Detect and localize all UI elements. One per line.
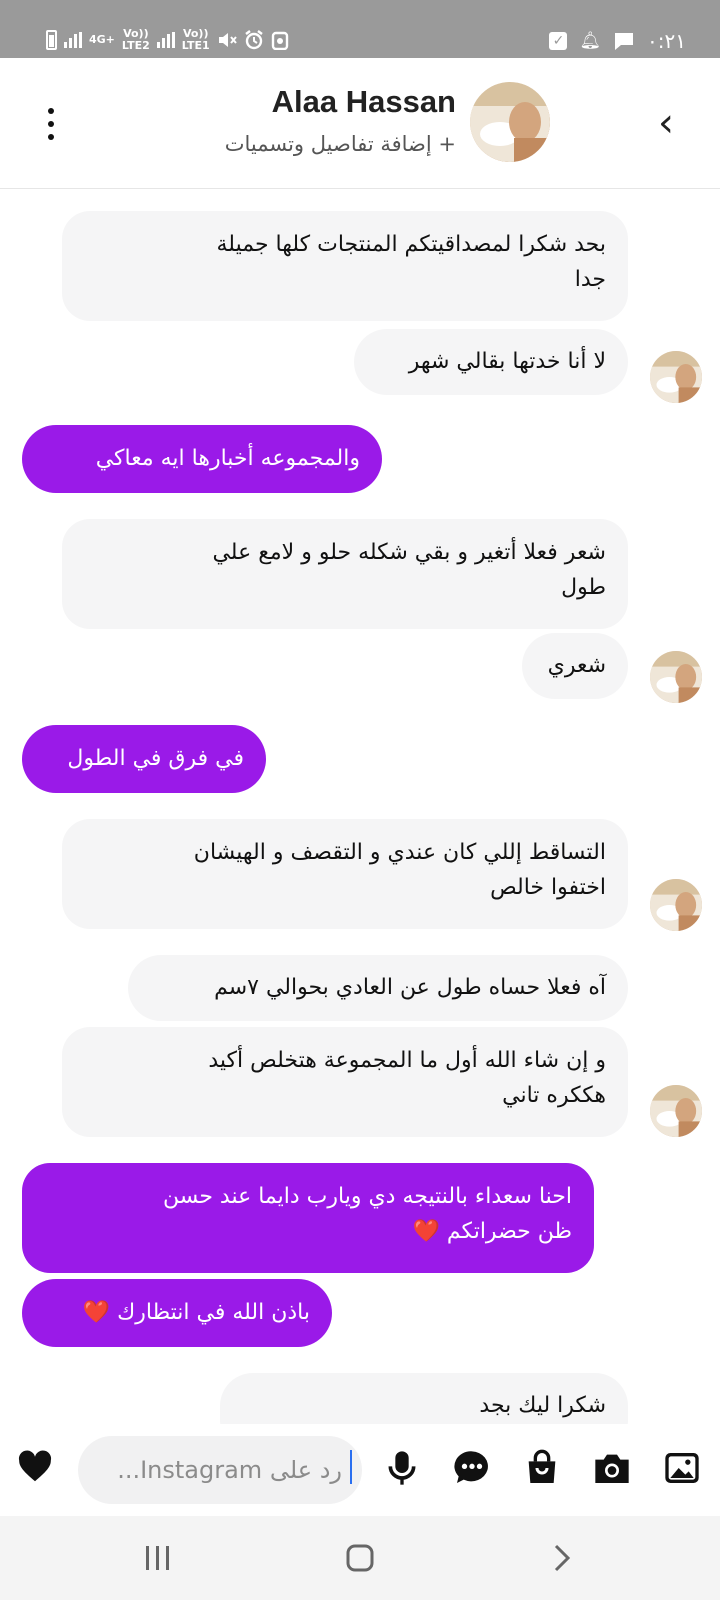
contact-name[interactable]: Alaa Hassan (272, 84, 456, 120)
message-bubble-incoming[interactable]: بحد شكرا لمصداقيتكم المنتجات كلها جميلة … (62, 211, 628, 321)
message-input-placeholder: رد على Instagram... (117, 1456, 342, 1484)
sender-avatar[interactable] (650, 879, 702, 931)
network-label-4g: 4G+ (89, 32, 115, 46)
recent-apps-icon[interactable] (136, 1536, 180, 1580)
avatar-photo (650, 879, 702, 931)
signal-icon (64, 31, 82, 48)
message-input[interactable]: رد على Instagram... (78, 1436, 362, 1504)
message-bubble-outgoing[interactable]: باذن الله في انتظارك ❤️ (22, 1279, 332, 1347)
bell-icon: 🔔︎ (579, 31, 602, 51)
network-label-lte1: Vo)) LTE1 (182, 28, 210, 51)
avatar-photo (650, 1085, 702, 1137)
message-bubble-incoming[interactable]: شعري (522, 633, 628, 699)
sticker-icon[interactable] (452, 1448, 492, 1488)
shopping-bag-icon[interactable] (522, 1448, 562, 1488)
microphone-icon[interactable] (382, 1448, 422, 1488)
back-icon[interactable]: ‹ (648, 100, 684, 146)
message-bubble-incoming[interactable]: التساقط إللي كان عندي و التقصف و الهيشان… (62, 819, 628, 929)
message-thread[interactable]: بحد شكرا لمصداقيتكم المنتجات كلها جميلة … (0, 189, 720, 1424)
message-bubble-incoming[interactable]: شكرا ليك بجد (220, 1373, 628, 1424)
chat-icon (615, 33, 634, 50)
mute-icon (218, 32, 237, 47)
message-bubble-outgoing[interactable]: احنا سعداء بالنتيجه دي ويارب دايما عند ح… (22, 1163, 594, 1273)
sender-avatar[interactable] (650, 351, 702, 403)
kebab-menu-icon[interactable] (44, 108, 58, 140)
message-bubble-incoming[interactable]: شعر فعلا أتغير و بقي شكله حلو و لامع علي… (62, 519, 628, 629)
status-bar: 4G+ Vo)) LTE2 Vo)) LTE1 ✓ 🔔︎ ٠:٢١ (0, 0, 720, 58)
back-nav-icon[interactable] (540, 1536, 584, 1580)
status-right: ✓ 🔔︎ ٠:٢١ (549, 29, 686, 53)
message-bubble-outgoing[interactable]: والمجموعه أخبارها ايه معاكي (22, 425, 382, 493)
avatar-photo (470, 82, 550, 162)
chat-header: Alaa Hassan + إضافة تفاصيل وتسميات ‹ (0, 58, 720, 189)
sender-avatar[interactable] (650, 651, 702, 703)
home-icon[interactable] (338, 1536, 382, 1580)
network-lte1-label: LTE1 (181, 38, 210, 52)
alarm-icon (244, 29, 263, 49)
message-bubble-incoming[interactable]: و إن شاء الله أول ما المجموعة هتخلص أكيد… (62, 1027, 628, 1137)
avatar-photo (650, 651, 702, 703)
composer-bar: رد على Instagram... (0, 1424, 720, 1516)
status-left: 4G+ Vo)) LTE2 Vo)) LTE1 (46, 28, 289, 51)
text-caret (350, 1450, 352, 1484)
add-details-link[interactable]: + إضافة تفاصيل وتسميات (225, 132, 456, 156)
system-nav-bar (0, 1516, 720, 1600)
message-bubble-incoming[interactable]: آه فعلا حساه طول عن العادي بحوالي ٧سم (128, 955, 628, 1021)
battery-icon (46, 29, 57, 50)
heart-icon[interactable] (16, 1448, 54, 1486)
network-label-lte2: Vo)) LTE2 (122, 28, 150, 51)
camera-icon[interactable] (592, 1448, 632, 1488)
check-icon: ✓ (549, 32, 568, 50)
signal-icon (156, 31, 175, 48)
clipboard-icon (271, 31, 288, 50)
network-lte2-label: LTE2 (121, 38, 150, 52)
avatar-photo (650, 351, 702, 403)
sender-avatar[interactable] (650, 1085, 702, 1137)
message-bubble-outgoing[interactable]: في فرق في الطول (22, 725, 266, 793)
gallery-icon[interactable] (662, 1448, 702, 1488)
message-bubble-incoming[interactable]: لا أنا خدتها بقالي شهر (354, 329, 628, 395)
contact-avatar[interactable] (470, 82, 550, 162)
status-time: ٠:٢١ (647, 29, 686, 53)
